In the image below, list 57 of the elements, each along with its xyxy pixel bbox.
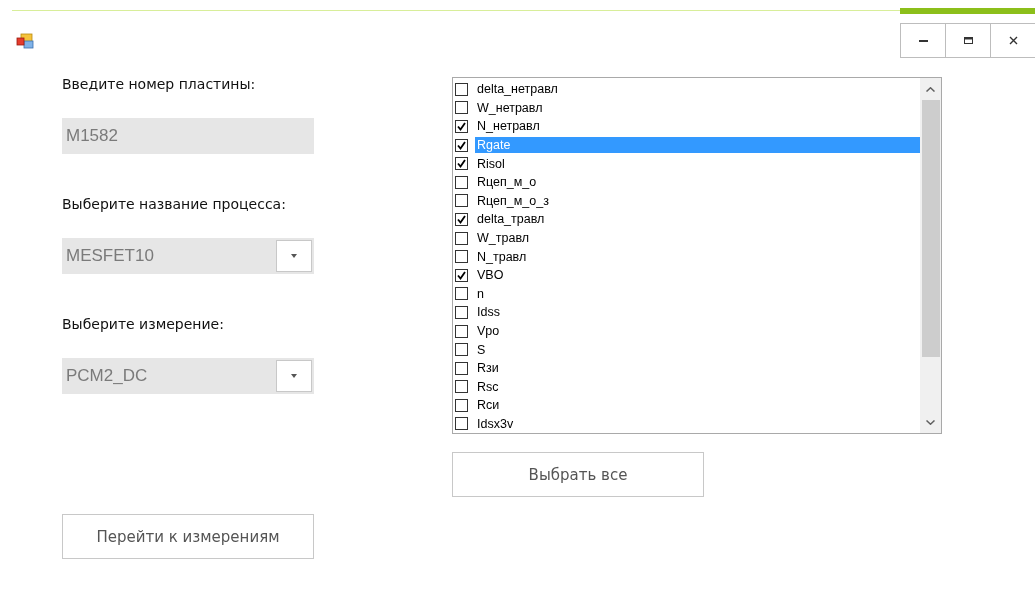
checkbox[interactable] bbox=[455, 82, 468, 96]
field-label: Выберите название процесса: bbox=[62, 196, 287, 214]
checkbox[interactable] bbox=[455, 194, 468, 208]
list-item[interactable]: W_нетравл bbox=[475, 99, 920, 116]
list-item[interactable]: Rsc bbox=[475, 378, 920, 395]
scroll-up-icon[interactable] bbox=[926, 86, 935, 92]
checkbox[interactable] bbox=[455, 287, 468, 301]
check-icon bbox=[457, 214, 466, 224]
field-label: Выберите измерение: bbox=[62, 316, 225, 334]
list-item[interactable]: W_травл bbox=[475, 230, 920, 247]
select-all-button[interactable]: Выбрать все bbox=[452, 452, 704, 497]
field-label: Введите номер пластины: bbox=[62, 76, 257, 94]
checkbox[interactable] bbox=[455, 231, 468, 245]
close-icon bbox=[1008, 36, 1018, 45]
caret-icon bbox=[291, 254, 297, 258]
list-item[interactable]: VBO bbox=[475, 267, 920, 284]
dropdown-value: PCM2_DC bbox=[66, 366, 148, 386]
list-item[interactable]: delta_травл bbox=[475, 211, 920, 228]
checkbox[interactable] bbox=[455, 101, 468, 115]
checkbox[interactable] bbox=[455, 343, 468, 357]
list-item[interactable]: Rзи bbox=[475, 360, 920, 377]
checkbox[interactable] bbox=[455, 305, 468, 319]
checkbox[interactable] bbox=[455, 417, 468, 431]
list-item[interactable]: Idsx3v bbox=[475, 416, 920, 432]
list-item[interactable]: delta_нетравл bbox=[475, 81, 920, 98]
list-item[interactable]: N_нетравл bbox=[475, 118, 920, 135]
list-item[interactable]: Risol bbox=[475, 155, 920, 172]
checkbox[interactable] bbox=[455, 324, 468, 338]
list-item[interactable]: Rси bbox=[475, 397, 920, 414]
list-item[interactable]: N_травл bbox=[475, 248, 920, 265]
checkbox[interactable] bbox=[455, 250, 468, 264]
app-icon bbox=[16, 33, 34, 49]
checkbox[interactable] bbox=[455, 268, 468, 282]
checkbox[interactable] bbox=[455, 380, 468, 394]
checkbox[interactable] bbox=[455, 398, 468, 412]
checkbox[interactable] bbox=[455, 175, 468, 189]
go-to-measurements-button[interactable]: Перейти к измерениям bbox=[62, 514, 314, 559]
checkbox[interactable] bbox=[455, 212, 468, 226]
check-icon bbox=[457, 270, 466, 280]
scroll-down-icon[interactable] bbox=[926, 419, 935, 425]
checkbox[interactable] bbox=[455, 138, 468, 152]
list-item[interactable]: S bbox=[475, 341, 920, 358]
list-item[interactable]: Idss bbox=[475, 304, 920, 321]
list-item[interactable]: Rцеп_м_о_з bbox=[475, 192, 920, 209]
scrollbar[interactable] bbox=[920, 78, 941, 433]
list-item[interactable]: n bbox=[475, 285, 920, 302]
minimize-icon bbox=[918, 39, 928, 42]
list-item[interactable]: Rцеп_м_о bbox=[475, 174, 920, 191]
scroll-thumb[interactable] bbox=[921, 100, 940, 357]
dropdown-value: MESFET10 bbox=[66, 246, 154, 266]
maximize-button[interactable] bbox=[945, 23, 990, 58]
caret-icon bbox=[291, 374, 297, 378]
maximize-icon bbox=[963, 37, 973, 44]
list-item[interactable]: Vpo bbox=[475, 323, 920, 339]
checkbox[interactable] bbox=[455, 157, 468, 171]
checkbox[interactable] bbox=[455, 120, 468, 133]
checkbox[interactable] bbox=[455, 361, 468, 375]
